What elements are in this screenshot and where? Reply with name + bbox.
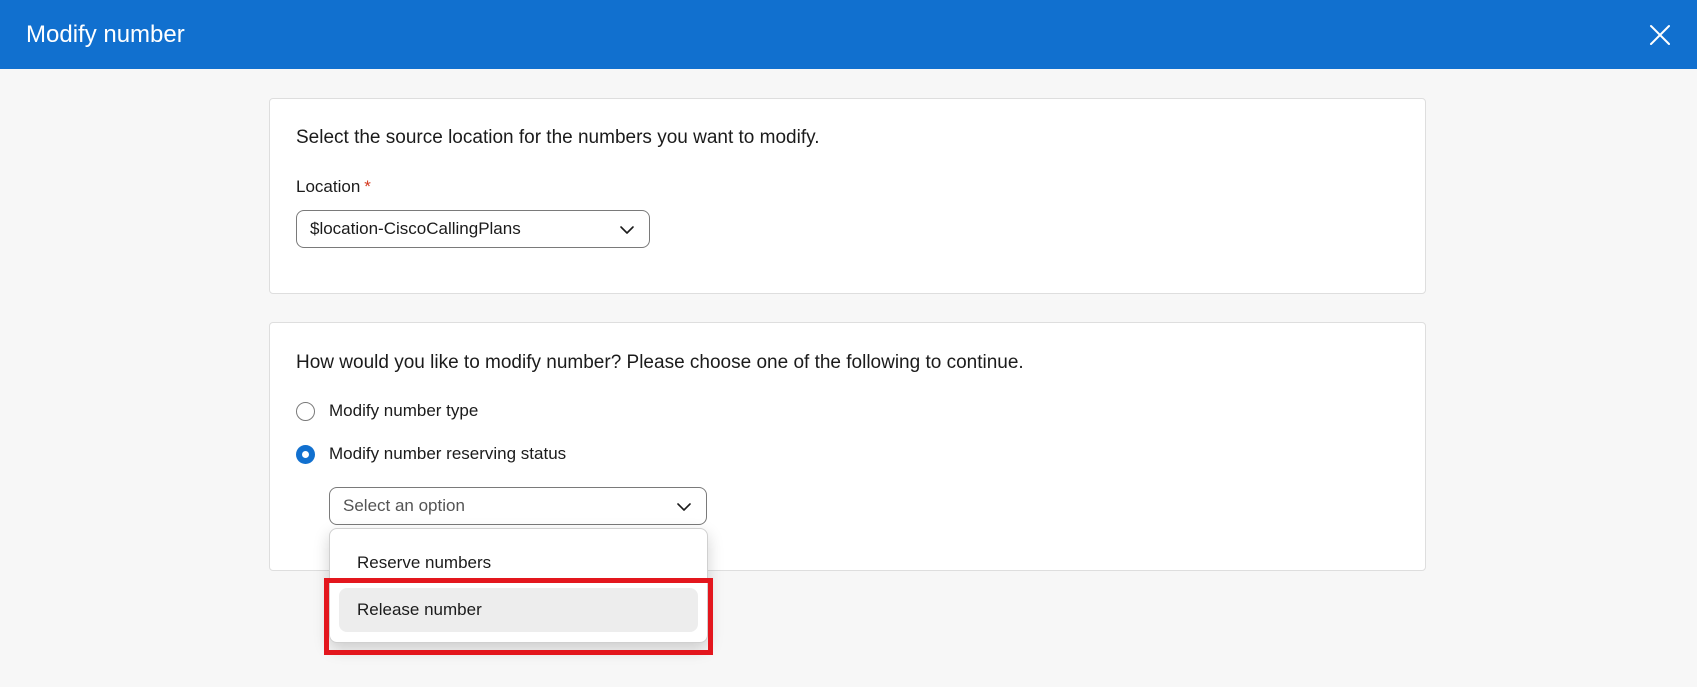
- reserving-status-select[interactable]: Select an option: [329, 487, 707, 525]
- location-label-text: Location: [296, 177, 361, 196]
- location-select-value: $location-CiscoCallingPlans: [310, 219, 521, 238]
- close-icon: [1650, 25, 1670, 45]
- location-select[interactable]: $location-CiscoCallingPlans: [296, 210, 650, 248]
- close-button[interactable]: [1645, 20, 1675, 50]
- reserving-status-dropdown: Reserve numbers Release number: [329, 528, 708, 643]
- radio-modify-number-type[interactable]: Modify number type: [296, 401, 478, 421]
- radio-unchecked-icon[interactable]: [296, 401, 315, 421]
- radio-label-modify-reserving-status: Modify number reserving status: [329, 444, 567, 463]
- chevron-down-icon: [620, 226, 634, 234]
- radio-label-modify-number-type: Modify number type: [329, 401, 479, 420]
- location-label: Location *: [296, 177, 371, 197]
- select-placeholder: Select an option: [343, 496, 465, 515]
- required-mark: *: [364, 177, 371, 196]
- chevron-down-icon: [677, 503, 691, 511]
- radio-checked-icon[interactable]: [296, 444, 315, 464]
- location-instruction: Select the source location for the numbe…: [296, 127, 820, 148]
- modal-title: Modify number: [26, 20, 185, 48]
- dropdown-item-reserve-numbers[interactable]: Reserve numbers: [339, 541, 698, 585]
- radio-modify-reserving-status[interactable]: Modify number reserving status: [296, 444, 566, 464]
- modify-question: How would you like to modify number? Ple…: [296, 352, 1024, 373]
- dropdown-item-release-number[interactable]: Release number: [339, 588, 698, 632]
- modal-header: Modify number: [0, 0, 1697, 69]
- location-card: Select the source location for the numbe…: [269, 98, 1426, 294]
